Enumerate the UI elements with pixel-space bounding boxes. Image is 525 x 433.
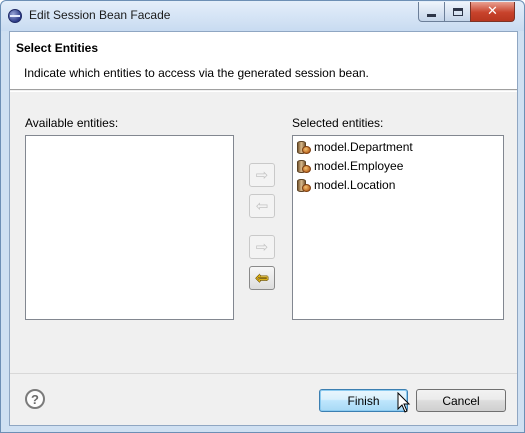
arrow-right-icon: ⇨ [255,165,269,184]
maximize-button[interactable] [444,2,471,22]
finish-button[interactable]: Finish [319,389,408,412]
close-icon: ✕ [487,4,498,19]
available-entities-label: Available entities: [25,116,119,130]
entity-bean-icon [297,140,311,155]
arrow-right-all-icon: ⇨ [255,237,269,256]
list-item-label: model.Employee [314,159,404,173]
cancel-button[interactable]: Cancel [416,389,506,412]
remove-button[interactable]: ⇦ [249,194,275,218]
header-divider [10,91,517,92]
available-entities-list[interactable] [25,135,234,320]
list-item-label: model.Location [314,178,396,192]
entity-bean-icon [297,178,311,193]
list-item[interactable]: model.Department [297,138,413,156]
add-button[interactable]: ⇨ [249,163,275,187]
footer-divider [10,373,517,374]
mouse-cursor-icon [397,392,411,413]
dialog-window: Edit Session Bean Facade ✕ Select Entiti… [0,0,525,433]
finish-button-label: Finish [347,393,380,408]
entity-bean-icon [297,159,311,174]
minimize-icon [427,13,436,17]
page-description: Indicate which entities to access via th… [24,66,369,80]
help-icon: ? [31,391,39,407]
minimize-button[interactable] [418,2,445,22]
eclipse-icon [8,9,22,23]
selected-entities-list[interactable]: model.Department model.Employee model.Lo… [292,135,504,320]
arrow-left-icon: ⇦ [255,196,269,215]
list-item[interactable]: model.Location [297,176,395,194]
cancel-button-label: Cancel [442,393,480,408]
selected-entities-label: Selected entities: [292,116,384,130]
add-all-button[interactable]: ⇨ [249,235,275,259]
list-item[interactable]: model.Employee [297,157,403,175]
close-button[interactable]: ✕ [470,2,515,22]
window-title: Edit Session Bean Facade [29,8,171,22]
wizard-header: Select Entities Indicate which entities … [10,32,517,90]
remove-all-button[interactable]: ⇦ [249,266,275,290]
page-title: Select Entities [16,41,99,55]
help-button[interactable]: ? [25,389,45,409]
dialog-body: Select Entities Indicate which entities … [9,31,518,426]
title-bar[interactable]: Edit Session Bean Facade ✕ [1,1,524,31]
maximize-icon [452,7,463,16]
list-item-label: model.Department [314,140,413,154]
arrow-left-all-icon: ⇦ [255,268,269,287]
